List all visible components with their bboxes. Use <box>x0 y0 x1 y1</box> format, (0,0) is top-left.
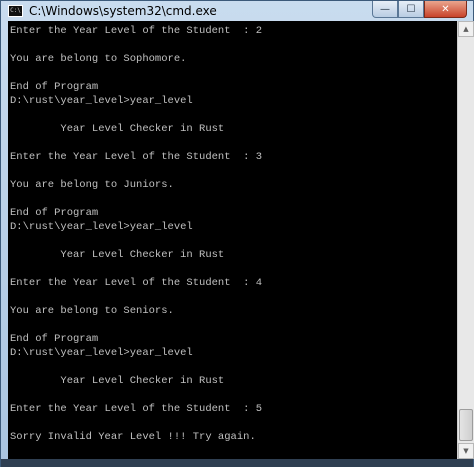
window-controls: — ☐ ✕ <box>372 1 467 19</box>
console-line: D:\rust\year_level>year_level <box>10 95 193 107</box>
close-button[interactable]: ✕ <box>424 1 467 18</box>
console-line: End of Program <box>10 207 99 219</box>
cmd-window: C:\ C:\Windows\system32\cmd.exe — ☐ ✕ En… <box>0 0 474 467</box>
cmd-icon[interactable]: C:\ <box>8 5 23 17</box>
console-line: D:\rust\year_level>year_level <box>10 221 193 233</box>
console-line: You are belong to Seniors. <box>10 305 174 317</box>
console-line: Sorry Invalid Year Level !!! Try again. <box>10 431 256 443</box>
minimize-button[interactable]: — <box>372 1 398 18</box>
console-line: D:\rust\year_level>year_level <box>10 347 193 359</box>
console-line: You are belong to Sophomore. <box>10 53 187 65</box>
maximize-button[interactable]: ☐ <box>398 1 424 18</box>
console-line: End of Program <box>10 81 99 93</box>
window-title: C:\Windows\system32\cmd.exe <box>29 4 217 18</box>
console-line: Enter the Year Level of the Student : 4 <box>10 277 263 289</box>
console-line: Year Level Checker in Rust <box>10 375 225 387</box>
scroll-up-arrow-icon[interactable]: ▲ <box>458 21 474 37</box>
console-line: Enter the Year Level of the Student : 5 <box>10 403 263 415</box>
console-line: Enter the Year Level of the Student : 2 <box>10 25 263 37</box>
console-line: Year Level Checker in Rust <box>10 123 225 135</box>
scroll-thumb[interactable] <box>459 409 473 441</box>
vertical-scrollbar[interactable]: ▲ ▼ <box>457 21 474 459</box>
console-line: You are belong to Juniors. <box>10 179 174 191</box>
console-line: Enter the Year Level of the Student : 3 <box>10 151 263 163</box>
window-bottom-edge <box>1 459 473 467</box>
console-line: Year Level Checker in Rust <box>10 249 225 261</box>
scroll-down-arrow-icon[interactable]: ▼ <box>458 443 474 459</box>
console-output[interactable]: Enter the Year Level of the Student : 2 Y… <box>8 21 457 459</box>
title-bar[interactable]: C:\ C:\Windows\system32\cmd.exe — ☐ ✕ <box>1 1 473 21</box>
console-line: End of Program <box>10 333 99 345</box>
